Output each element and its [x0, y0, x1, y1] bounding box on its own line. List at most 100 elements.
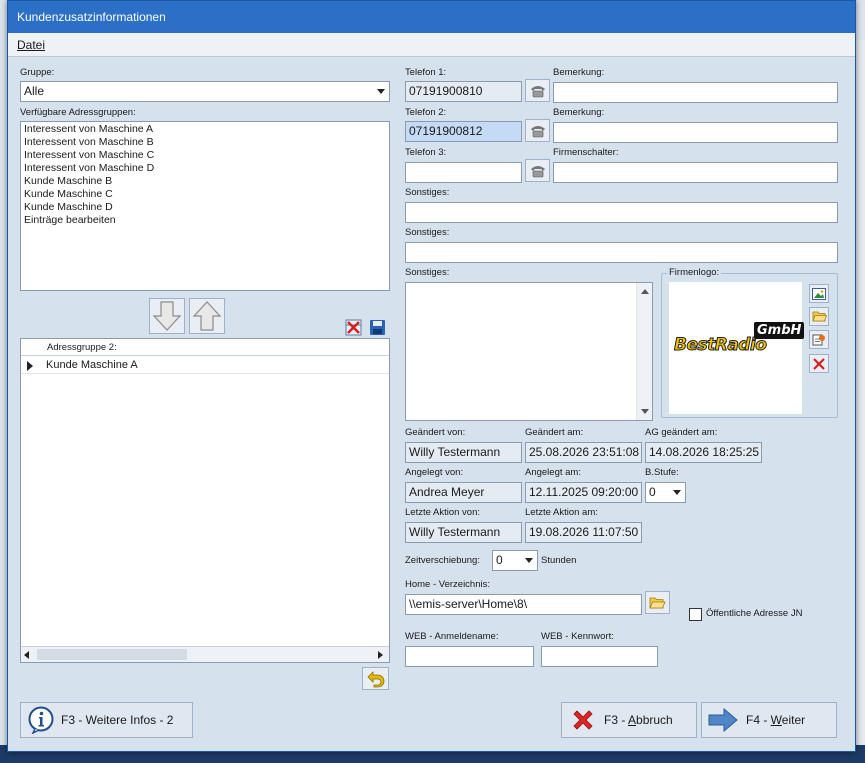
web-anmeldename-field[interactable] [405, 646, 534, 667]
info-icon [28, 706, 54, 734]
weiter-rest: eiter [781, 713, 806, 727]
bstufe-label: B.Stufe: [645, 467, 679, 478]
vertical-scrollbar[interactable] [636, 283, 652, 420]
bstufe-value: 0 [649, 485, 656, 499]
zeitverschiebung-combo[interactable]: 0 [492, 550, 538, 571]
row-pointer-icon [27, 361, 33, 371]
undo-arrow-icon [366, 670, 384, 687]
angelegt-von-field: Andrea Meyer [405, 482, 522, 503]
web-kennwort-label: WEB - Kennwort: [541, 631, 614, 642]
home-directory-field[interactable]: \\emis-server\Home\8\ [405, 594, 642, 615]
telefon1-field[interactable]: 07191900810 [405, 81, 522, 102]
phone-icon [530, 125, 545, 137]
move-down-button[interactable] [149, 298, 185, 334]
weiter-button[interactable]: F4 - Weiter [701, 702, 837, 738]
menu-datei[interactable]: Datei [17, 38, 45, 52]
oeffentlich-checkbox[interactable] [689, 608, 702, 621]
list-item[interactable]: Kunde Maschine B [21, 175, 389, 188]
horizontal-scrollbar[interactable] [21, 646, 389, 662]
sonstiges3-textarea[interactable] [405, 282, 653, 421]
weiter-label: F4 - Weiter [746, 713, 805, 727]
ag-geaendert-label: AG geändert am: [645, 427, 718, 438]
scroll-left-icon[interactable] [24, 651, 29, 659]
edit-image-icon [812, 334, 825, 345]
gruppe-value: Alle [24, 84, 45, 98]
chevron-down-icon[interactable] [520, 551, 537, 570]
telefon3-field[interactable] [405, 162, 522, 183]
bemerkung1-label: Bemerkung: [553, 67, 605, 78]
telefon1-label: Telefon 1: [405, 67, 447, 78]
scroll-thumb[interactable] [37, 649, 187, 660]
bemerkung2-field[interactable] [553, 122, 838, 143]
web-kennwort-field[interactable] [541, 646, 658, 667]
firmenschalter-field[interactable] [553, 162, 838, 183]
logo-load-image-button[interactable] [809, 284, 829, 303]
window-title: Kundenzusatzinformationen [8, 1, 855, 33]
logo-delete-button[interactable] [809, 354, 829, 373]
dial-telefon2-button[interactable] [525, 119, 550, 142]
stunden-label: Stunden [541, 555, 577, 566]
telefon2-label: Telefon 2: [405, 107, 447, 118]
logo-edit-button[interactable] [809, 330, 829, 349]
abbruch-button[interactable]: F3 - Abbruch [561, 702, 697, 738]
browse-home-button[interactable] [645, 591, 670, 614]
dial-telefon1-button[interactable] [525, 79, 550, 102]
list-item[interactable]: Kunde Maschine D [21, 201, 389, 214]
geaendert-von-label: Geändert von: [405, 427, 466, 438]
list-item[interactable]: Einträge bearbeiten [21, 214, 389, 227]
angelegt-von-label: Angelegt von: [405, 467, 464, 478]
list-item[interactable]: Interessent von Maschine B [21, 136, 389, 149]
telefon2-field[interactable]: 07191900812 [405, 121, 522, 142]
list-item[interactable]: Interessent von Maschine C [21, 149, 389, 162]
logo-text-main: BestRadio [673, 335, 767, 356]
gruppe-combo[interactable]: Alle [20, 81, 390, 102]
sonstiges2-field[interactable] [405, 242, 838, 263]
sonstiges1-label: Sonstiges: [405, 187, 450, 198]
arrow-up-icon [192, 301, 222, 331]
folder-open-icon [811, 311, 827, 322]
angelegt-am-field: 12.11.2025 09:20:00 [525, 482, 642, 503]
weitere-infos-label: F3 - Weitere Infos - 2 [61, 713, 174, 727]
logo-open-folder-button[interactable] [809, 307, 829, 326]
undo-button[interactable] [362, 667, 389, 690]
weitere-infos-button[interactable]: F3 - Weitere Infos - 2 [20, 702, 193, 738]
weiter-prefix: F4 - [746, 713, 771, 727]
weiter-mnemonic: W [770, 713, 782, 727]
scroll-right-icon[interactable] [378, 651, 383, 659]
list-item[interactable]: Interessent von Maschine D [21, 162, 389, 175]
delete-grid-button[interactable] [345, 319, 362, 336]
bemerkung1-field[interactable] [553, 82, 838, 103]
abbruch-rest: bbruch [636, 713, 673, 727]
geaendert-von-field: Willy Testermann [405, 442, 522, 463]
arrow-right-icon [708, 707, 738, 733]
ag-geaendert-field: 14.08.2026 18:25:25 [645, 442, 762, 463]
dial-telefon3-button[interactable] [525, 159, 550, 182]
company-logo-image: BestRadio GmbH [669, 282, 805, 414]
logo-text-badge: GmbH [754, 322, 805, 339]
move-up-button[interactable] [189, 298, 225, 334]
chevron-down-icon[interactable] [372, 82, 389, 101]
phone-icon [530, 165, 545, 177]
scroll-down-icon[interactable] [641, 409, 649, 414]
list-item[interactable]: Kunde Maschine C [21, 188, 389, 201]
table-row[interactable]: Kunde Maschine A [21, 357, 389, 374]
phone-icon [530, 85, 545, 97]
save-grid-button[interactable] [369, 319, 386, 336]
sonstiges3-label: Sonstiges: [405, 267, 450, 278]
sonstiges1-field[interactable] [405, 202, 838, 223]
bstufe-combo[interactable]: 0 [645, 482, 686, 503]
available-groups-list[interactable]: Interessent von Maschine A Interessent v… [20, 121, 390, 291]
address-group-grid[interactable]: Adressgruppe 2: Kunde Maschine A [20, 338, 390, 663]
scroll-up-icon[interactable] [641, 289, 649, 294]
zeitverschiebung-label: Zeitverschiebung: [405, 555, 480, 566]
list-item[interactable]: Interessent von Maschine A [21, 123, 389, 136]
image-icon [812, 287, 826, 300]
close-icon [813, 357, 825, 370]
web-anmeldename-label: WEB - Anmeldename: [405, 631, 499, 642]
bemerkung2-label: Bemerkung: [553, 107, 605, 118]
cancel-x-icon [573, 710, 593, 730]
gruppe-label: Gruppe: [20, 67, 55, 78]
letzte-aktion-am-label: Letzte Aktion am: [525, 507, 598, 518]
chevron-down-icon[interactable] [668, 483, 685, 502]
grid-header: Adressgruppe 2: [47, 342, 117, 353]
